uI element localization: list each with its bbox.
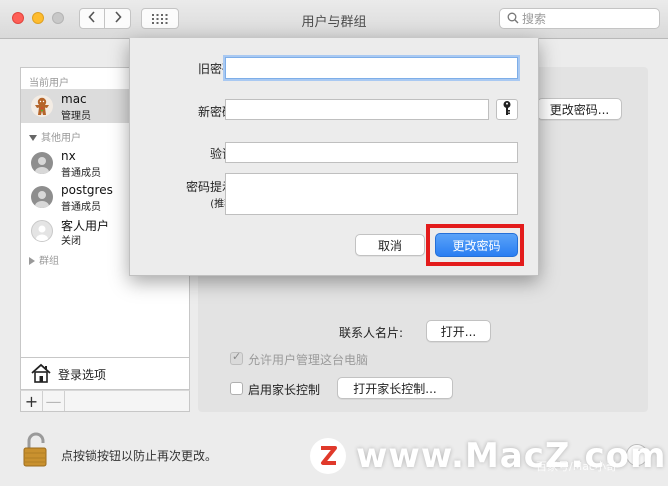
search-box[interactable] [499, 8, 660, 29]
user-name: mac [61, 92, 87, 106]
disclosure-down-icon [29, 135, 37, 141]
new-password-field[interactable] [225, 99, 489, 120]
add-remove-bar: + — [20, 390, 190, 412]
open-contact-button[interactable]: 打开... [426, 320, 491, 342]
watermark-brand: www.MacZ.com [356, 436, 667, 476]
user-name: postgres [61, 183, 113, 197]
password-hint-label: 密码提示: [185, 180, 238, 194]
old-password-field[interactable] [225, 57, 518, 79]
guest-user-icon [31, 220, 53, 242]
user-role: 普通成员 [61, 168, 101, 179]
login-options-label: 登录选项 [58, 368, 107, 382]
current-users-header: 当前用户 [29, 78, 69, 89]
open-parental-controls-button[interactable]: 打开家长控制... [337, 377, 453, 399]
search-icon [507, 12, 519, 27]
window-titlebar: 用户与群组 [0, 0, 668, 39]
parental-controls-label: 启用家长控制 [248, 383, 321, 397]
login-options-item[interactable]: 登录选项 [20, 358, 190, 390]
change-password-button[interactable]: 更改密码... [537, 98, 622, 120]
user-role: 管理员 [61, 111, 91, 122]
remove-user-button[interactable]: — [43, 391, 65, 411]
password-hint-sublabel: (推荐) [130, 195, 238, 210]
user-role: 关闭 [61, 236, 81, 247]
confirm-change-password-button[interactable]: 更改密码 [435, 233, 518, 257]
contact-card-label: 联系人名片: [339, 326, 404, 340]
key-icon [502, 100, 512, 119]
user-role: 普通成员 [61, 202, 101, 213]
lock-hint-text: 点按锁按钮以防止再次更改。 [61, 449, 218, 463]
watermark-subtext: 百家号/Mac小奇 [536, 460, 617, 473]
other-users-header[interactable]: 其他用户 [29, 129, 81, 144]
allow-admin-checkbox[interactable] [230, 350, 243, 365]
other-users-header-label: 其他用户 [41, 133, 81, 144]
verify-password-field[interactable] [225, 142, 518, 163]
allow-admin-label: 允许用户管理这台电脑 [248, 353, 369, 367]
password-assistant-button[interactable] [496, 99, 518, 120]
change-password-sheet: 旧密码: 新密码: 验证: 密码提示: (推荐) 取消 更改密码 [129, 38, 539, 276]
lock-icon[interactable] [21, 432, 51, 471]
password-hint-field[interactable] [225, 173, 518, 215]
groups-header[interactable]: 群组 [29, 252, 59, 267]
disclosure-right-icon [29, 257, 35, 265]
house-icon [30, 363, 52, 386]
parental-controls-checkbox[interactable] [230, 382, 243, 395]
add-user-button[interactable]: + [21, 391, 43, 411]
cancel-button[interactable]: 取消 [355, 234, 425, 256]
gingerbread-avatar-icon [31, 95, 53, 117]
groups-header-label: 群组 [39, 256, 59, 267]
user-silhouette-icon [31, 186, 53, 208]
user-silhouette-icon [31, 152, 53, 174]
user-name: nx [61, 149, 76, 163]
search-input[interactable] [522, 10, 654, 27]
watermark-logo-icon [310, 438, 346, 474]
